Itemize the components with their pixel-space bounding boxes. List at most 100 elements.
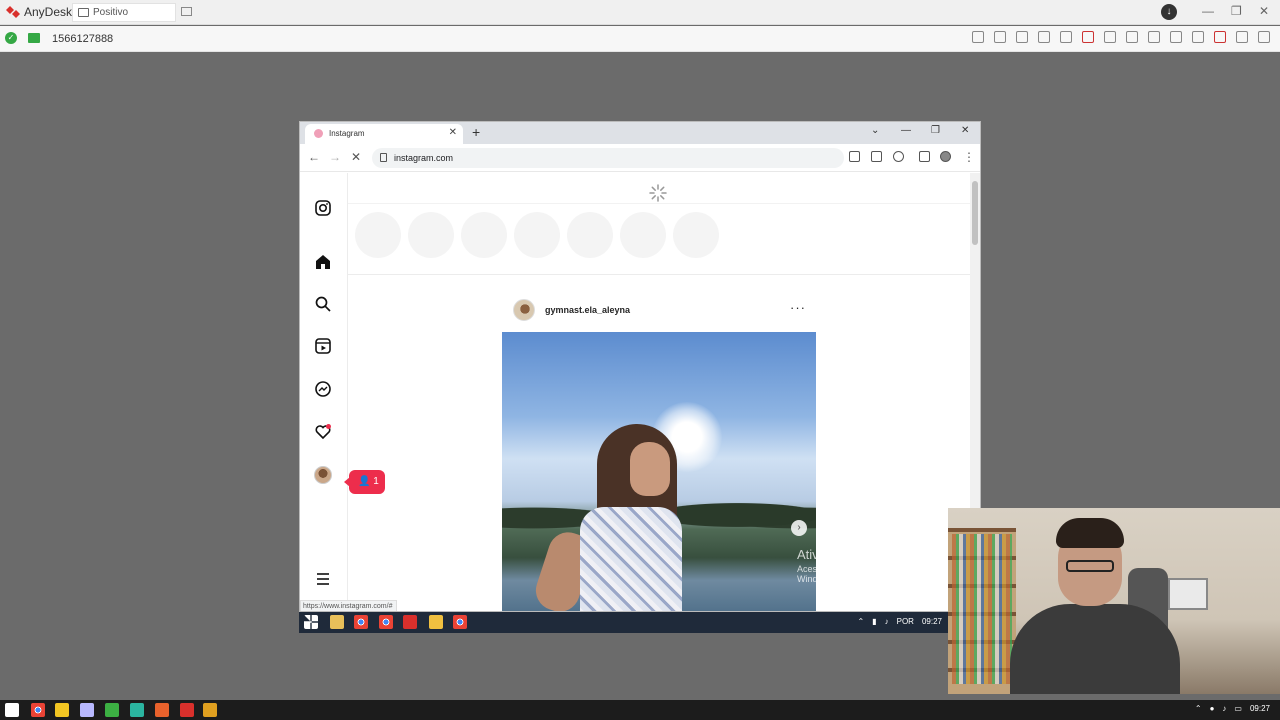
- share-icon[interactable]: [871, 151, 882, 162]
- language-indicator[interactable]: POR: [897, 617, 914, 626]
- story-placeholder[interactable]: [408, 212, 454, 258]
- forward-button[interactable]: →: [329, 150, 341, 164]
- sticky-notes-icon[interactable]: [429, 615, 443, 629]
- tray-chevron-icon[interactable]: ⌃: [858, 617, 865, 626]
- post-image[interactable]: [502, 332, 816, 611]
- keyboard-icon[interactable]: [1170, 31, 1182, 43]
- remote-clock[interactable]: 09:27: [922, 617, 942, 626]
- menu-icon[interactable]: [1258, 31, 1270, 43]
- bookmark-star-icon[interactable]: [893, 151, 904, 162]
- new-session-icon[interactable]: [181, 7, 192, 16]
- reels-icon[interactable]: [314, 337, 332, 355]
- post-more-icon[interactable]: ···: [790, 300, 806, 315]
- local-clock[interactable]: 09:27: [1250, 704, 1270, 713]
- stories-tray: [348, 203, 970, 275]
- windows-start-icon[interactable]: [5, 703, 19, 717]
- pen-icon[interactable]: [1236, 31, 1248, 43]
- volume-icon[interactable]: ♪: [885, 617, 889, 626]
- anydesk-icon[interactable]: [180, 703, 194, 717]
- close-button[interactable]: ✕: [1259, 4, 1269, 18]
- stop-button[interactable]: ✕: [351, 150, 361, 164]
- network-icon[interactable]: ▮: [872, 617, 876, 626]
- instagram-sidebar: [300, 173, 348, 611]
- browser-toolbar: ← → ✕ instagram.com ⋮: [300, 144, 980, 172]
- story-placeholder[interactable]: [673, 212, 719, 258]
- presenter-hair: [1056, 518, 1124, 548]
- home-icon[interactable]: [314, 253, 332, 271]
- address-bar[interactable]: instagram.com: [372, 148, 844, 168]
- download-icon[interactable]: ↓: [1161, 4, 1177, 20]
- app-purple-icon[interactable]: [80, 703, 94, 717]
- lightning-icon[interactable]: [1148, 31, 1160, 43]
- window-minimize-button[interactable]: —: [901, 125, 911, 136]
- story-placeholder[interactable]: [461, 212, 507, 258]
- story-placeholder[interactable]: [567, 212, 613, 258]
- search-icon[interactable]: [314, 295, 332, 313]
- minimize-button[interactable]: —: [1202, 4, 1214, 18]
- chrome-icon[interactable]: [354, 615, 368, 629]
- side-panel-icon[interactable]: [919, 151, 930, 162]
- profile-icon[interactable]: [940, 151, 951, 162]
- loading-spinner-icon: [649, 184, 667, 202]
- tab-title: Instagram: [329, 129, 365, 138]
- chrome-icon[interactable]: [31, 703, 45, 717]
- install-icon[interactable]: [849, 151, 860, 162]
- shield-icon[interactable]: [1016, 31, 1028, 43]
- anydesk-session-tab[interactable]: Positivo: [72, 3, 176, 22]
- messenger-icon[interactable]: [314, 380, 332, 398]
- message-icon[interactable]: [1126, 31, 1138, 43]
- post-username[interactable]: gymnast.ela_aleyna: [545, 305, 630, 315]
- star-icon[interactable]: [1038, 31, 1050, 43]
- story-placeholder[interactable]: [620, 212, 666, 258]
- upload-icon[interactable]: [1082, 31, 1094, 43]
- profile-avatar-icon[interactable]: [314, 466, 332, 484]
- story-placeholder[interactable]: [514, 212, 560, 258]
- presenter-body: [1010, 604, 1180, 694]
- browser-menu-button[interactable]: ⋮: [963, 150, 975, 164]
- app-yellow-icon[interactable]: [55, 703, 69, 717]
- hamburger-menu-icon[interactable]: [314, 570, 332, 588]
- chrome-icon[interactable]: [379, 615, 393, 629]
- firefox-icon[interactable]: [155, 703, 169, 717]
- notification-badge[interactable]: 👤 1: [344, 470, 385, 494]
- anydesk-icon[interactable]: [403, 615, 417, 629]
- record-icon[interactable]: [1214, 31, 1226, 43]
- new-tab-button[interactable]: +: [472, 124, 480, 140]
- local-system-tray: ⌃ ● ♪ ▭ 09:27: [1195, 704, 1270, 713]
- permission-icon[interactable]: [28, 33, 40, 43]
- tab-search-icon[interactable]: ⌄: [871, 125, 879, 136]
- chat-icon[interactable]: [972, 31, 984, 43]
- network-icon[interactable]: ▭: [1234, 704, 1242, 713]
- permissions-icon[interactable]: [1192, 31, 1204, 43]
- microphone-icon[interactable]: ●: [1210, 704, 1215, 713]
- tab-instagram[interactable]: Instagram ✕: [305, 124, 463, 144]
- file-explorer-icon[interactable]: [330, 615, 344, 629]
- file-icon[interactable]: [1060, 31, 1072, 43]
- background-monitor: [1168, 578, 1208, 610]
- instagram-logo-icon[interactable]: [314, 199, 332, 217]
- chrome-icon[interactable]: [453, 615, 467, 629]
- window-restore-button[interactable]: ❐: [931, 125, 940, 136]
- heart-icon[interactable]: [314, 423, 332, 441]
- person-icon: 👤: [358, 476, 371, 487]
- post-header: gymnast.ela_aleyna ···: [503, 297, 806, 321]
- lock-icon: [380, 153, 387, 162]
- windows-start-icon[interactable]: [304, 615, 318, 629]
- hourglass-icon[interactable]: [994, 31, 1006, 43]
- post-author-avatar[interactable]: [513, 299, 535, 321]
- anydesk-titlebar: AnyDesk Positivo ↓ — ❐ ✕: [0, 0, 1280, 25]
- tray-chevron-icon[interactable]: ⌃: [1195, 704, 1202, 713]
- display-icon[interactable]: [1104, 31, 1116, 43]
- window-close-button[interactable]: ✕: [961, 125, 969, 136]
- app-green-icon[interactable]: [105, 703, 119, 717]
- story-placeholder[interactable]: [355, 212, 401, 258]
- volume-icon[interactable]: ♪: [1222, 704, 1226, 713]
- carousel-next-icon[interactable]: ›: [791, 520, 807, 536]
- sticky-notes-icon[interactable]: [203, 703, 217, 717]
- scrollbar-thumb[interactable]: [972, 181, 978, 245]
- app-teal-icon[interactable]: [130, 703, 144, 717]
- restore-button[interactable]: ❐: [1231, 4, 1242, 18]
- back-button[interactable]: ←: [308, 150, 320, 164]
- tab-close-icon[interactable]: ✕: [449, 127, 457, 138]
- session-tab-label: Positivo: [93, 7, 129, 18]
